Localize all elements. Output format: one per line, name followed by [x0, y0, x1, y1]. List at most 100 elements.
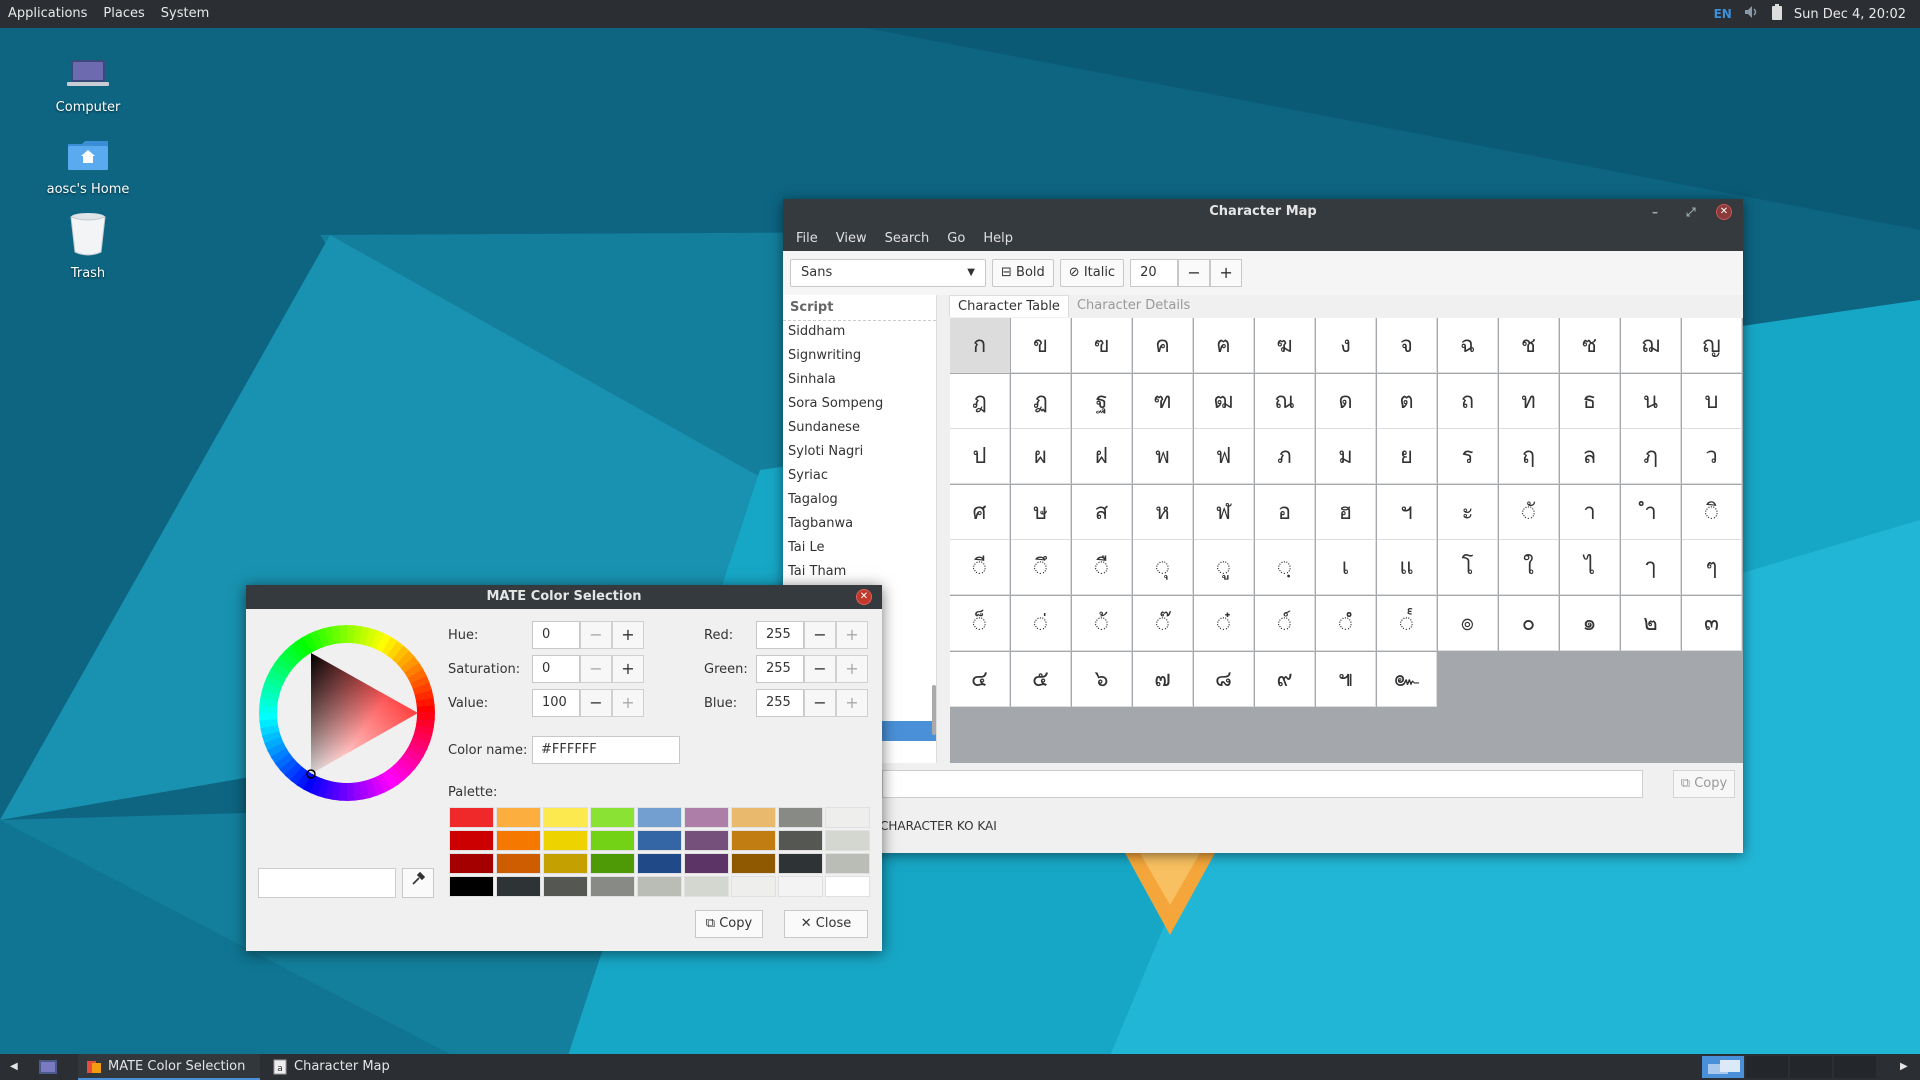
character-cell[interactable]: ป [950, 429, 1010, 485]
bold-toggle[interactable]: ⊟ Bold [992, 259, 1054, 287]
character-cell[interactable]: ณ [1255, 373, 1315, 429]
charmap-copy-button[interactable]: ⧉ Copy [1673, 770, 1735, 798]
character-cell[interactable]: ฅ [1194, 318, 1254, 373]
palette-swatch[interactable] [496, 830, 541, 851]
text-to-copy-field[interactable] [882, 770, 1643, 798]
character-cell[interactable]: ◌้ [1072, 596, 1132, 651]
copy-button[interactable]: ⧉ Copy [695, 910, 763, 938]
green-field[interactable]: 255 [756, 655, 804, 683]
character-cell[interactable]: ◌ี [950, 540, 1010, 596]
palette-swatch[interactable] [825, 807, 870, 828]
menu-go[interactable]: Go [938, 231, 974, 246]
character-cell[interactable]: ๒ [1621, 596, 1681, 651]
character-cell[interactable]: ฆ [1255, 318, 1315, 373]
saturation-field[interactable]: 0 [532, 655, 580, 683]
script-item[interactable]: Sinhala [783, 369, 936, 393]
palette-swatch[interactable] [590, 807, 635, 828]
close-button[interactable]: ✕ [1716, 204, 1732, 220]
menu-file[interactable]: File [787, 231, 827, 246]
character-cell[interactable]: ค [1133, 318, 1193, 373]
character-cell[interactable]: ย [1377, 429, 1437, 485]
value-increase-button[interactable]: + [612, 689, 644, 717]
hue-field[interactable]: 0 [532, 621, 580, 649]
task-character-map[interactable]: a Character Map [264, 1054, 446, 1080]
script-item[interactable]: Tai Tham [783, 561, 936, 585]
character-cell[interactable]: ด [1316, 373, 1376, 429]
workspace-2[interactable] [1746, 1056, 1788, 1078]
character-cell[interactable]: ข [1011, 318, 1071, 373]
menu-help[interactable]: Help [974, 231, 1022, 246]
italic-toggle[interactable]: ⊘ Italic [1059, 259, 1125, 287]
script-item[interactable]: Tagalog [783, 489, 936, 513]
character-cell[interactable]: ฃ [1072, 318, 1132, 373]
script-item[interactable]: Syriac [783, 465, 936, 489]
palette-swatch[interactable] [449, 876, 494, 897]
script-item[interactable]: Tagbanwa [783, 513, 936, 537]
red-decrease-button[interactable]: − [804, 621, 836, 649]
character-cell[interactable]: ฎ [950, 373, 1010, 429]
palette-swatch[interactable] [825, 876, 870, 897]
palette-swatch[interactable] [778, 830, 823, 851]
decrease-size-button[interactable]: − [1178, 259, 1211, 287]
palette-swatch[interactable] [778, 876, 823, 897]
close-button[interactable]: ✕ Close [784, 910, 868, 938]
green-increase-button[interactable]: + [836, 655, 868, 683]
script-item[interactable]: Syloti Nagri [783, 441, 936, 465]
character-cell[interactable]: ๛ [1377, 651, 1437, 707]
character-cell[interactable]: ฤ [1499, 429, 1559, 485]
character-cell[interactable]: า [1560, 484, 1620, 540]
character-cell[interactable]: ก [950, 318, 1010, 373]
palette-swatch[interactable] [731, 853, 776, 874]
character-cell[interactable]: ๗ [1133, 651, 1193, 707]
red-field[interactable]: 255 [756, 621, 804, 649]
eyedropper-icon[interactable] [402, 868, 434, 898]
character-cell[interactable]: ฦ [1621, 429, 1681, 485]
palette-swatch[interactable] [778, 807, 823, 828]
system-menu[interactable]: System [153, 0, 217, 28]
palette-swatch[interactable] [637, 853, 682, 874]
volume-icon[interactable] [1744, 5, 1760, 23]
green-decrease-button[interactable]: − [804, 655, 836, 683]
character-cell[interactable]: ◌์ [1255, 596, 1315, 651]
palette-swatch[interactable] [684, 830, 729, 851]
places-menu[interactable]: Places [95, 0, 152, 28]
character-cell[interactable]: โ [1438, 540, 1498, 596]
character-cell[interactable]: แ [1377, 540, 1437, 596]
character-cell[interactable]: ส [1072, 484, 1132, 540]
palette-swatch[interactable] [731, 876, 776, 897]
character-cell[interactable]: ◌ู [1194, 540, 1254, 596]
character-cell[interactable]: ฑ [1133, 373, 1193, 429]
character-cell[interactable]: ะ [1438, 484, 1498, 540]
character-cell[interactable]: ◌ึ [1011, 540, 1071, 596]
palette-swatch[interactable] [543, 876, 588, 897]
script-item[interactable]: Signwriting [783, 345, 936, 369]
character-cell[interactable]: ล [1560, 429, 1620, 485]
palette-swatch[interactable] [825, 853, 870, 874]
character-cell[interactable]: ษ [1011, 484, 1071, 540]
applications-menu[interactable]: Applications [0, 0, 95, 28]
font-size-field[interactable]: 20 [1130, 259, 1179, 287]
character-cell[interactable]: ๚ [1316, 651, 1376, 707]
character-cell[interactable]: ศ [950, 484, 1010, 540]
character-cell[interactable]: ◌ุ [1133, 540, 1193, 596]
desktop-icon-computer[interactable]: Computer [28, 58, 148, 115]
character-cell[interactable]: ๕ [1011, 651, 1071, 707]
character-cell[interactable]: ช [1499, 318, 1559, 373]
palette-swatch[interactable] [731, 830, 776, 851]
character-cell[interactable]: ท [1499, 373, 1559, 429]
character-cell[interactable]: น [1621, 373, 1681, 429]
character-cell[interactable]: ◌ิ [1682, 484, 1742, 540]
palette-swatch[interactable] [543, 807, 588, 828]
blue-decrease-button[interactable]: − [804, 689, 836, 717]
script-item[interactable]: Siddham [783, 321, 936, 345]
tab-character-details[interactable]: Character Details [1069, 295, 1198, 317]
character-cell[interactable]: ฐ [1072, 373, 1132, 429]
script-item[interactable]: Sora Sompeng [783, 393, 936, 417]
increase-size-button[interactable]: + [1210, 259, 1243, 287]
character-cell[interactable]: ๖ [1072, 651, 1132, 707]
character-cell[interactable]: ผ [1011, 429, 1071, 485]
palette-swatch[interactable] [449, 807, 494, 828]
palette-swatch[interactable] [496, 853, 541, 874]
scroll-left-icon[interactable]: ◀ [10, 1054, 18, 1080]
palette-swatch[interactable] [543, 853, 588, 874]
